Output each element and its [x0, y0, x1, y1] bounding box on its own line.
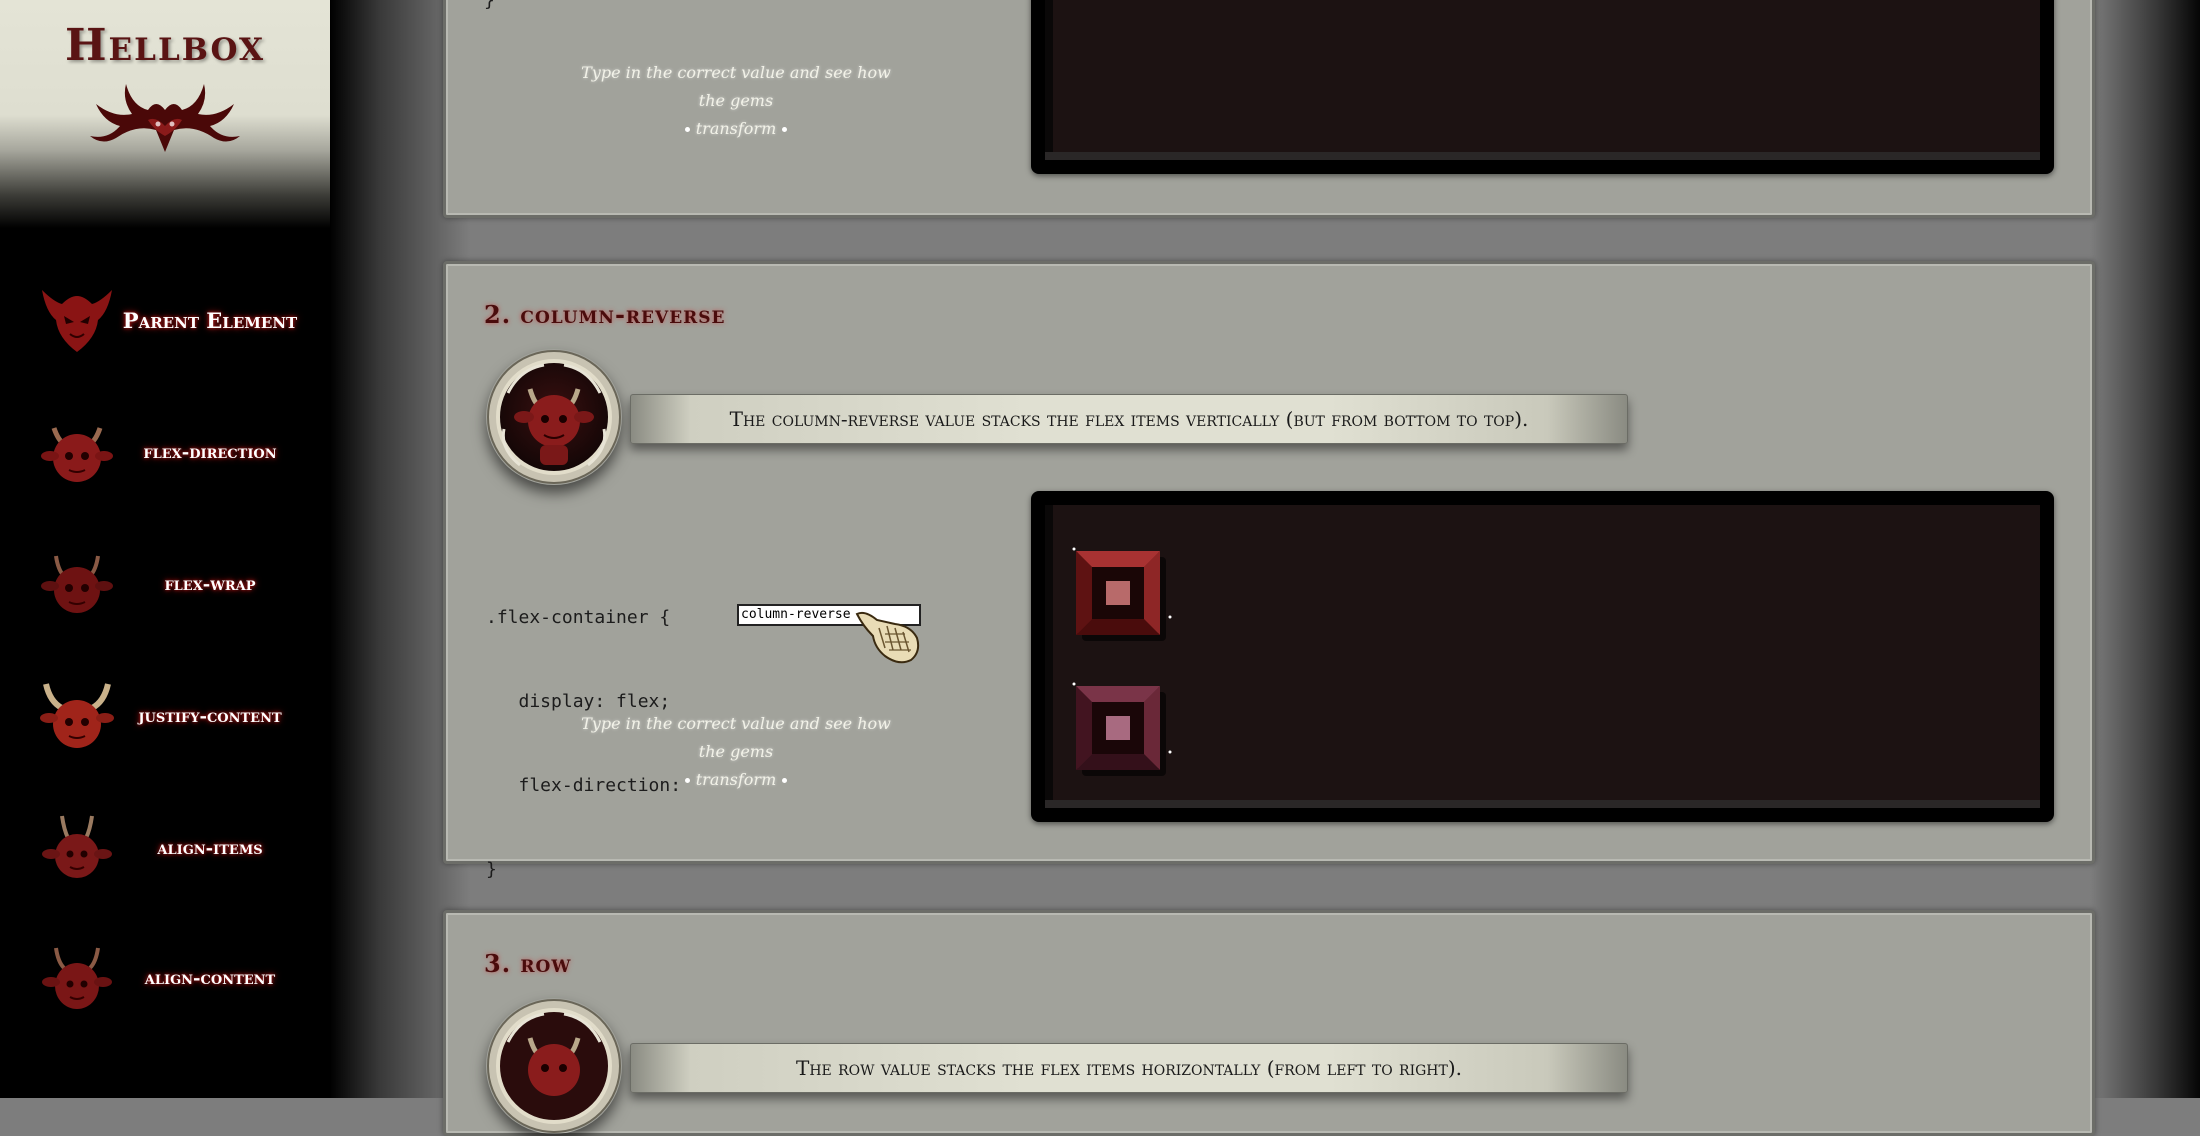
imp-head-icon — [41, 427, 113, 482]
sidebar-item-label: justify-content — [138, 705, 282, 727]
gem-display-inner — [1045, 0, 2040, 160]
gem-display-area — [1031, 491, 2054, 822]
sidebar-item-label: align-content — [144, 967, 276, 989]
code-line: .flex-container { — [486, 607, 671, 628]
section-3: 3. row The row value stacks the flex ite… — [443, 910, 2095, 1136]
description-banner: The row value stacks the flex items hori… — [630, 1043, 1628, 1093]
imp-head-icon — [42, 947, 112, 1009]
code-line: } — [486, 859, 497, 880]
section-title: 3. row — [484, 949, 572, 978]
sparkle-icon — [782, 127, 788, 132]
sidebar-item-label: flex-direction — [143, 441, 277, 463]
gem-display-area — [1031, 0, 2054, 174]
hint-text: Type in the correct value and see how th… — [576, 710, 896, 794]
imp-head-icon — [41, 555, 113, 613]
sidebar-item-justify-content[interactable]: justify-content — [0, 666, 330, 766]
demon-mask-icon — [42, 290, 112, 352]
sparkle-icon — [684, 778, 690, 783]
horned-demon-head-icon — [40, 683, 114, 748]
sidebar-item-label: Parent Element — [122, 307, 298, 333]
sidebar-item-align-items[interactable]: align-items — [0, 798, 330, 898]
hint-line-1: Type in the correct value and see how th… — [581, 63, 891, 110]
logo-title: Hellbox — [64, 20, 266, 71]
gem-display-inner — [1045, 505, 2040, 808]
hint-line-2: transform — [695, 119, 777, 138]
section-2: 2. column-reverse The column-reverse val… — [443, 261, 2095, 880]
imp-avatar-icon — [487, 999, 621, 1133]
sidebar-header: Hellbox — [0, 0, 330, 230]
tribal-demon-emblem-icon — [90, 84, 240, 152]
description-banner: The column-reverse value stacks the flex… — [630, 394, 1628, 444]
purple-gem-icon — [1072, 682, 1172, 776]
sidebar-item-label: align-items — [157, 837, 263, 859]
sidebar-item-label: flex-wrap — [164, 573, 256, 595]
main-right-shadow — [2090, 0, 2200, 1098]
sidebar-item-parent-element[interactable]: Parent Element — [0, 270, 330, 370]
section-title: 2. column-reverse — [484, 300, 726, 329]
hint-text: Type in the correct value and see how th… — [576, 59, 896, 143]
sparkle-icon — [782, 778, 788, 783]
sidebar-item-flex-wrap[interactable]: flex-wrap — [0, 534, 330, 634]
sidebar-item-align-content[interactable]: align-content — [0, 928, 330, 1028]
imp-head-icon — [42, 815, 112, 878]
sidebar: Hellbox Parent Element flex-direction fl… — [0, 0, 330, 1098]
hint-line-1: Type in the correct value and see how th… — [581, 714, 891, 761]
code-snippet-tail: } — [484, 0, 495, 11]
red-gem-icon — [1072, 547, 1172, 641]
hint-line-2: transform — [695, 770, 777, 789]
sidebar-item-flex-direction[interactable]: flex-direction — [0, 402, 330, 502]
sparkle-icon — [684, 127, 690, 132]
section-1: } Type in the correct value and see how … — [443, 0, 2095, 218]
imp-avatar-icon — [487, 350, 621, 484]
gauntlet-pointer-icon — [855, 611, 920, 664]
